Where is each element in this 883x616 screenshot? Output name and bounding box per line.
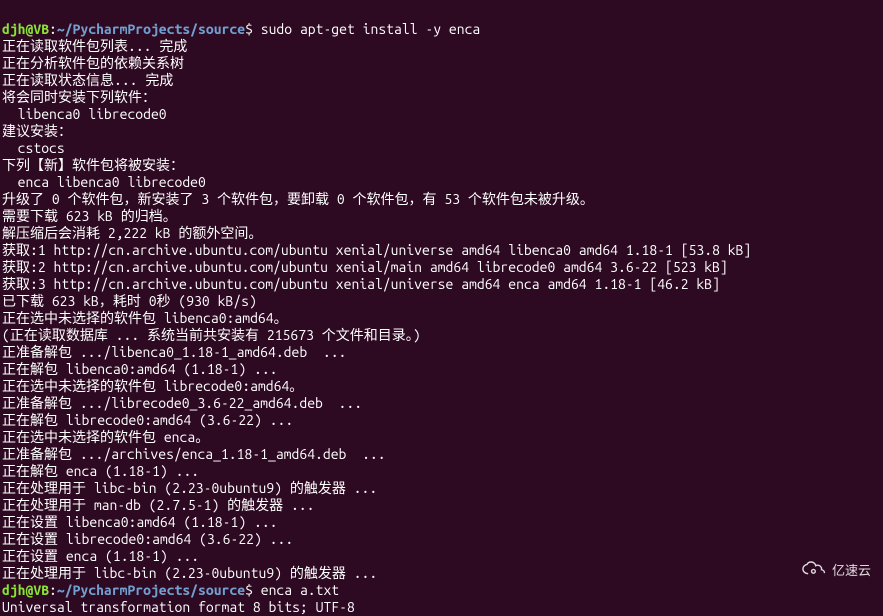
prompt-colon: : <box>49 21 57 37</box>
prompt-path: ~/PycharmProjects/source <box>57 21 245 37</box>
output-line: 正在设置 enca (1.18-1) ... <box>2 548 199 564</box>
output-line: 已下载 623 kB，耗时 0秒 (930 kB/s) <box>2 293 257 309</box>
output-line: cstocs <box>2 140 65 156</box>
output-line: 正准备解包 .../libenca0_1.18-1_amd64.deb ... <box>2 344 346 360</box>
output-line: 获取:1 http://cn.archive.ubuntu.com/ubuntu… <box>2 242 751 258</box>
prompt-line-2: djh@VB:~/PycharmProjects/source$ enca a.… <box>2 582 339 598</box>
prompt-path: ~/PycharmProjects/source <box>57 582 245 598</box>
output-line: 正在解包 libenca0:amd64 (1.18-1) ... <box>2 361 278 377</box>
output-line: enca libenca0 librecode0 <box>2 174 206 190</box>
output-line: 正在处理用于 libc-bin (2.23-0ubuntu9) 的触发器 ... <box>2 480 377 496</box>
watermark-text: 亿速云 <box>832 563 871 580</box>
prompt-user: djh@VB <box>2 582 49 598</box>
output-line: 下列【新】软件包将被安装： <box>2 157 184 173</box>
output-line: (正在读取数据库 ... 系统当前共安装有 215673 个文件和目录。) <box>2 327 421 343</box>
output-line: 正在读取状态信息... 完成 <box>2 72 228 88</box>
output-line: libenca0 librecode0 <box>2 106 167 122</box>
output-line: 获取:2 http://cn.archive.ubuntu.com/ubuntu… <box>2 259 728 275</box>
output-line: 正在选中未选择的软件包 enca。 <box>2 429 209 445</box>
output-line: 正准备解包 .../archives/enca_1.18-1_amd64.deb… <box>2 446 386 462</box>
output-line: 正在读取软件包列表... 完成 <box>2 38 187 54</box>
output-line: 将会同时安装下列软件： <box>2 89 156 105</box>
command-input: sudo apt-get install -y enca <box>253 21 480 37</box>
output-line: Universal transformation format 8 bits; … <box>2 599 355 615</box>
output-line: 解压缩后会消耗 2,222 kB 的额外空间。 <box>2 225 262 241</box>
watermark: 亿速云 <box>800 560 871 583</box>
prompt-colon: : <box>49 582 57 598</box>
cloud-icon <box>800 560 828 583</box>
output-line: 正准备解包 .../librecode0_3.6-22_amd64.deb ..… <box>2 395 362 411</box>
output-line: 正在选中未选择的软件包 libenca0:amd64。 <box>2 310 288 326</box>
output-line: 正在设置 librecode0:amd64 (3.6-22) ... <box>2 531 293 547</box>
output-line: 获取:3 http://cn.archive.ubuntu.com/ubuntu… <box>2 276 720 292</box>
prompt-line-1: djh@VB:~/PycharmProjects/source$ sudo ap… <box>2 21 480 37</box>
output-line: 正在设置 libenca0:amd64 (1.18-1) ... <box>2 514 278 530</box>
output-line: 正在解包 librecode0:amd64 (3.6-22) ... <box>2 412 293 428</box>
output-line: 升级了 0 个软件包，新安装了 3 个软件包，要卸载 0 个软件包，有 53 个… <box>2 191 594 207</box>
terminal[interactable]: djh@VB:~/PycharmProjects/source$ sudo ap… <box>2 4 881 616</box>
command-input: enca a.txt <box>253 582 339 598</box>
prompt-dollar: $ <box>245 21 253 37</box>
output-line: 正在处理用于 man-db (2.7.5-1) 的触发器 ... <box>2 497 314 513</box>
output-line: 正在分析软件包的依赖关系树 <box>2 55 239 71</box>
output-line: 正在处理用于 libc-bin (2.23-0ubuntu9) 的触发器 ... <box>2 565 377 581</box>
output-line: 建议安装： <box>2 123 72 139</box>
output-line: 正在解包 enca (1.18-1) ... <box>2 463 199 479</box>
prompt-user: djh@VB <box>2 21 49 37</box>
output-line: 需要下载 623 kB 的归档。 <box>2 208 177 224</box>
output-line: 正在选中未选择的软件包 librecode0:amd64。 <box>2 378 303 394</box>
prompt-dollar: $ <box>245 582 253 598</box>
